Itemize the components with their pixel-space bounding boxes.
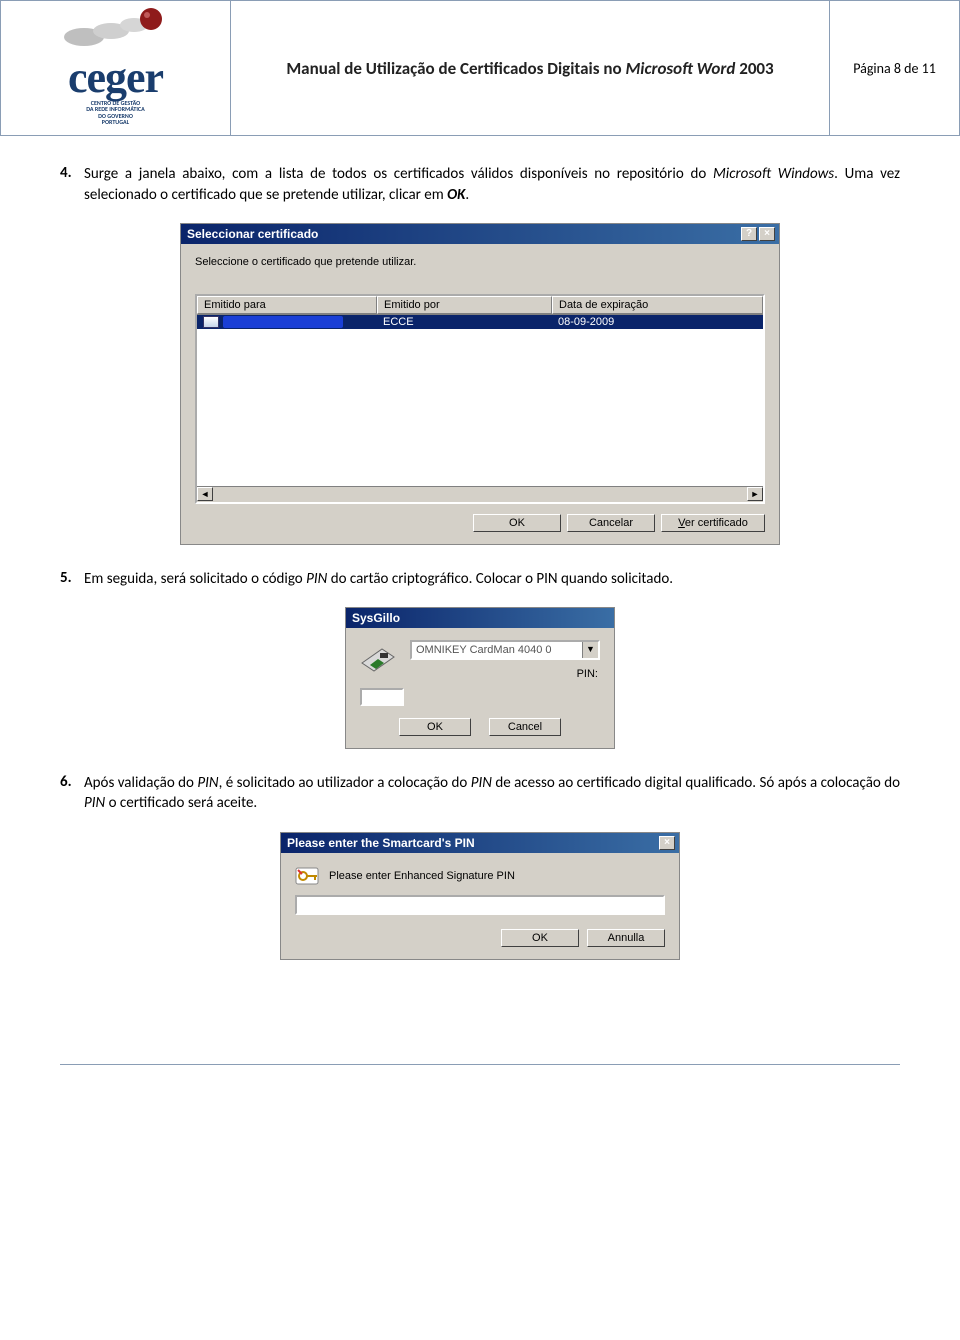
step-6: 6. Após validação do PIN, é solicitado a… [60,773,900,814]
col-expiracao[interactable]: Data de expiração [552,296,763,314]
close-button[interactable]: × [659,836,675,850]
logo-subtitle: CENTRO DE GESTÃO DA REDE INFORMÁTICA DO … [56,100,176,126]
reader-dropdown[interactable]: ▼ [410,640,600,660]
step-4: 4. Surge a janela abaixo, com a lista de… [60,164,900,205]
pin-input[interactable] [360,688,404,706]
ok-button[interactable]: OK [399,718,471,736]
expiry-cell: 08-09-2009 [552,315,763,329]
document-title: Manual de Utilização de Certificados Dig… [231,1,830,136]
card-reader-icon [360,643,396,675]
footer-rule [60,1064,900,1065]
ceger-logo: ceger CENTRO DE GESTÃO DA REDE INFORMÁTI… [56,7,176,126]
horizontal-scrollbar[interactable]: ◄ ► [197,486,763,502]
dialog-titlebar: Please enter the Smartcard's PIN × [281,833,679,853]
step-6-number: 6. [60,773,84,814]
page-number: Página 8 de 11 [830,1,960,136]
list-header: Emitido para Emitido por Data de expiraç… [197,296,763,315]
reader-field[interactable] [412,642,582,658]
col-emitido-para[interactable]: Emitido para [197,296,377,314]
issuer-cell: ECCE [377,315,552,329]
dialog-title-text: Please enter the Smartcard's PIN [287,836,475,850]
step-5-text: Em seguida, será solicitado o código PIN… [84,569,900,589]
ok-button[interactable]: OK [473,514,561,532]
view-certificate-button[interactable]: VVer certificadoer certificado [661,514,765,532]
dialog-title-text: Seleccionar certificado [187,227,318,241]
certificate-list[interactable]: Emitido para Emitido por Data de expiraç… [195,294,765,504]
pin-prompt-text: Please enter Enhanced Signature PIN [329,870,515,882]
dialog-titlebar: SysGillo [346,608,614,628]
document-header: ceger CENTRO DE GESTÃO DA REDE INFORMÁTI… [0,0,960,136]
sysgillo-dialog: SysGillo ▼ PIN: [345,607,615,749]
step-4-number: 4. [60,164,84,205]
cancel-button[interactable]: Cancelar [567,514,655,532]
dialog-titlebar: Seleccionar certificado ? × [181,224,779,244]
dropdown-caret-icon[interactable]: ▼ [582,642,598,658]
help-button[interactable]: ? [741,227,757,241]
certificate-icon [203,316,219,328]
logo-text: ceger [56,58,176,98]
step-4-text: Surge a janela abaixo, com a lista de to… [84,164,900,205]
col-emitido-por[interactable]: Emitido por [377,296,552,314]
dialog-title-text: SysGillo [352,611,400,625]
ok-button[interactable]: OK [501,929,579,947]
step-5: 5. Em seguida, será solicitado o código … [60,569,900,589]
key-icon [295,865,321,887]
redacted-name [223,316,343,328]
dialog-instruction: Seleccione o certificado que pretende ut… [195,256,765,268]
pin-input[interactable] [295,895,665,915]
page-content: 4. Surge a janela abaixo, com a lista de… [0,164,960,1023]
scroll-right-arrow[interactable]: ► [747,487,763,501]
logo-cell: ceger CENTRO DE GESTÃO DA REDE INFORMÁTI… [1,1,231,136]
step-5-number: 5. [60,569,84,589]
pin-label: PIN: [410,668,600,680]
scroll-left-arrow[interactable]: ◄ [197,487,213,501]
step-6-text: Após validação do PIN, é solicitado ao u… [84,773,900,814]
cancel-button[interactable]: Annulla [587,929,665,947]
select-certificate-dialog: Seleccionar certificado ? × Seleccione o… [180,223,780,545]
smartcard-pin-dialog: Please enter the Smartcard's PIN × Pleas… [280,832,680,960]
cancel-button[interactable]: Cancel [489,718,561,736]
logo-graphic [56,7,176,57]
certificate-row[interactable]: ECCE 08-09-2009 [197,315,763,329]
close-button[interactable]: × [759,227,775,241]
